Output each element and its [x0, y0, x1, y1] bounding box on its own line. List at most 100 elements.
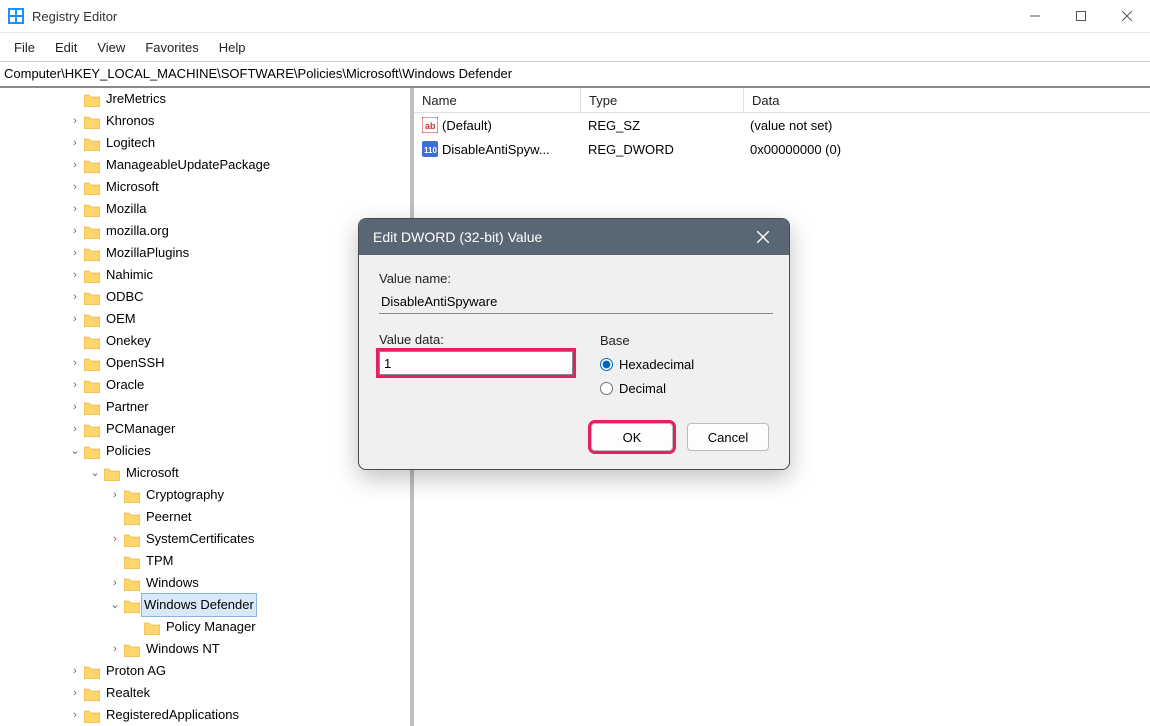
- expand-icon[interactable]: ›: [68, 220, 82, 242]
- tree-item[interactable]: ›OEM: [0, 308, 410, 330]
- collapse-icon[interactable]: ⌄: [108, 594, 122, 616]
- tree-item[interactable]: ›Proton AG: [0, 660, 410, 682]
- tree-item[interactable]: ›SystemCertificates: [0, 528, 410, 550]
- expand-icon[interactable]: ›: [108, 638, 122, 660]
- tree-item-label: TPM: [144, 550, 175, 572]
- cancel-button[interactable]: Cancel: [687, 423, 769, 451]
- tree-item[interactable]: TPM: [0, 550, 410, 572]
- folder-icon: [84, 202, 100, 216]
- maximize-button[interactable]: [1058, 0, 1104, 32]
- tree-item[interactable]: ›MozillaPlugins: [0, 242, 410, 264]
- menu-view[interactable]: View: [87, 36, 135, 59]
- tree-item[interactable]: ›Mozilla: [0, 198, 410, 220]
- tree-item[interactable]: JreMetrics: [0, 88, 410, 110]
- expand-icon[interactable]: ›: [68, 110, 82, 132]
- tree-item-label: Khronos: [104, 110, 156, 132]
- col-name[interactable]: Name: [414, 88, 581, 112]
- dialog-close-button[interactable]: [751, 225, 775, 249]
- close-button[interactable]: [1104, 0, 1150, 32]
- value-row[interactable]: 110DisableAntiSpyw...REG_DWORD0x00000000…: [414, 137, 1150, 161]
- value-name-field[interactable]: [379, 290, 773, 314]
- radio-decimal-label: Decimal: [619, 381, 666, 396]
- expand-icon[interactable]: ›: [68, 198, 82, 220]
- folder-icon: [84, 290, 100, 304]
- radio-decimal-input[interactable]: [600, 382, 613, 395]
- folder-icon: [124, 532, 140, 546]
- tree-item[interactable]: ›Windows: [0, 572, 410, 594]
- tree-item[interactable]: ›Partner: [0, 396, 410, 418]
- menu-file[interactable]: File: [4, 36, 45, 59]
- expand-icon[interactable]: ›: [68, 352, 82, 374]
- folder-icon: [84, 92, 100, 106]
- radio-decimal[interactable]: Decimal: [600, 376, 768, 400]
- radio-hexadecimal-input[interactable]: [600, 358, 613, 371]
- dialog-title-bar[interactable]: Edit DWORD (32-bit) Value: [359, 219, 789, 255]
- radio-hexadecimal[interactable]: Hexadecimal: [600, 352, 768, 376]
- tree-item[interactable]: › Khronos: [0, 110, 410, 132]
- ok-button[interactable]: OK: [591, 423, 673, 451]
- tree-item[interactable]: Policy Manager: [0, 616, 410, 638]
- expand-icon[interactable]: ›: [68, 704, 82, 726]
- menu-bar: File Edit View Favorites Help: [0, 33, 1150, 61]
- column-headers[interactable]: Name Type Data: [414, 88, 1150, 113]
- value-data-field[interactable]: [379, 351, 573, 375]
- col-data[interactable]: Data: [744, 88, 1120, 112]
- expand-icon[interactable]: ›: [108, 572, 122, 594]
- radio-hexadecimal-label: Hexadecimal: [619, 357, 694, 372]
- col-type[interactable]: Type: [581, 88, 744, 112]
- menu-favorites[interactable]: Favorites: [135, 36, 208, 59]
- expand-icon[interactable]: ›: [108, 528, 122, 550]
- expand-icon[interactable]: ›: [68, 176, 82, 198]
- tree-item[interactable]: ›ManageableUpdatePackage: [0, 154, 410, 176]
- tree-item[interactable]: Peernet: [0, 506, 410, 528]
- minimize-button[interactable]: [1012, 0, 1058, 32]
- tree-item-label: Windows NT: [144, 638, 222, 660]
- menu-edit[interactable]: Edit: [45, 36, 87, 59]
- address-bar[interactable]: Computer\HKEY_LOCAL_MACHINE\SOFTWARE\Pol…: [0, 61, 1150, 88]
- tree-item[interactable]: ›ODBC: [0, 286, 410, 308]
- tree-pane[interactable]: JreMetrics › Khronos›Logitech›ManageableUp…: [0, 88, 414, 726]
- value-data: 0x00000000 (0): [742, 142, 1118, 157]
- expand-icon[interactable]: ›: [68, 308, 82, 330]
- expand-icon[interactable]: ›: [68, 682, 82, 704]
- tree-item[interactable]: ⌄Policies: [0, 440, 410, 462]
- folder-icon: [124, 488, 140, 502]
- tree-item[interactable]: › Oracle: [0, 374, 410, 396]
- value-row[interactable]: ab(Default)REG_SZ(value not set): [414, 113, 1150, 137]
- tree-item[interactable]: ›Nahimic: [0, 264, 410, 286]
- expand-icon[interactable]: ›: [68, 132, 82, 154]
- expand-icon[interactable]: ›: [68, 242, 82, 264]
- tree-item[interactable]: › Windows NT: [0, 638, 410, 660]
- tree-item[interactable]: Onekey: [0, 330, 410, 352]
- base-label: Base: [600, 333, 768, 348]
- folder-icon: [84, 180, 100, 194]
- expand-icon[interactable]: ›: [68, 418, 82, 440]
- tree-item[interactable]: ›Cryptography: [0, 484, 410, 506]
- tree-item-label: JreMetrics: [104, 88, 168, 110]
- expand-icon[interactable]: ›: [68, 660, 82, 682]
- tree-item-label: Oracle: [104, 374, 146, 396]
- expand-icon[interactable]: ›: [68, 396, 82, 418]
- value-data: (value not set): [742, 118, 1118, 133]
- expand-icon[interactable]: ›: [68, 264, 82, 286]
- expand-icon[interactable]: ›: [68, 154, 82, 176]
- tree-item[interactable]: ›Microsoft: [0, 176, 410, 198]
- tree-item[interactable]: ›PCManager: [0, 418, 410, 440]
- expand-icon[interactable]: ›: [108, 484, 122, 506]
- tree-item[interactable]: ⌄Windows Defender: [0, 594, 410, 616]
- expand-icon[interactable]: ›: [68, 286, 82, 308]
- tree-item[interactable]: ›Logitech: [0, 132, 410, 154]
- tree-item[interactable]: ⌄ Microsoft: [0, 462, 410, 484]
- menu-help[interactable]: Help: [209, 36, 256, 59]
- collapse-icon[interactable]: ⌄: [68, 440, 82, 462]
- collapse-icon[interactable]: ⌄: [88, 462, 102, 484]
- folder-icon: [124, 642, 140, 656]
- tree-item[interactable]: ›Realtek: [0, 682, 410, 704]
- tree-item-label: Microsoft: [124, 462, 181, 484]
- expand-icon[interactable]: ›: [68, 374, 82, 396]
- tree-item[interactable]: ›RegisteredApplications: [0, 704, 410, 726]
- folder-icon: [124, 510, 140, 524]
- tree-item[interactable]: ›OpenSSH: [0, 352, 410, 374]
- string-icon: ab: [422, 117, 438, 133]
- tree-item[interactable]: ›mozilla.org: [0, 220, 410, 242]
